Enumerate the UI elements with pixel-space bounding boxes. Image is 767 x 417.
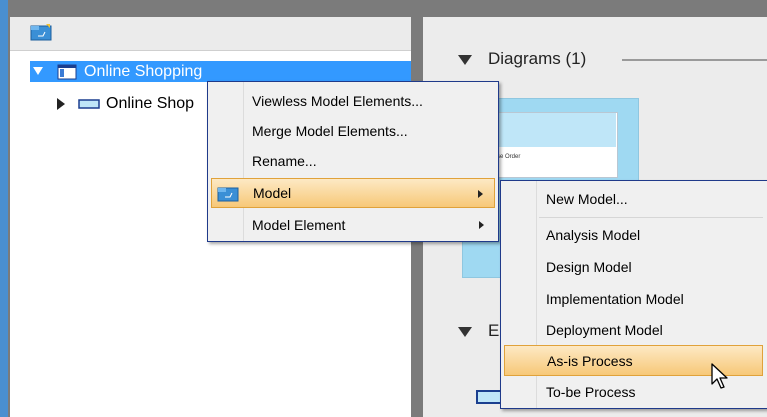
menu-item-label: As-is Process	[547, 353, 633, 369]
menu-item-label: Merge Model Elements...	[252, 123, 408, 139]
menu-item-label: Model Element	[252, 217, 346, 233]
submenu-item-deployment-model[interactable]: Deployment Model	[501, 314, 767, 346]
tree-item-online-shopping[interactable]: Online Shopping	[84, 61, 202, 82]
menu-item-label: Viewless Model Elements...	[252, 93, 423, 109]
menu-item-viewless-model-elements[interactable]: Viewless Model Elements...	[208, 86, 498, 116]
submenu-item-new-model[interactable]: New Model...	[501, 184, 767, 214]
menu-item-label: Analysis Model	[546, 227, 641, 243]
menu-item-model-element[interactable]: Model Element	[208, 210, 498, 240]
submenu-item-design-model[interactable]: Design Model	[501, 251, 767, 283]
menu-item-model[interactable]: Model	[211, 178, 495, 208]
expand-triangle-icon[interactable]	[57, 98, 66, 110]
submenu-item-analysis-model[interactable]: Analysis Model	[501, 219, 767, 251]
menu-item-merge-model-elements[interactable]: Merge Model Elements...	[208, 116, 498, 146]
second-section-title: E	[488, 321, 500, 340]
model-icon	[78, 99, 100, 109]
menu-separator	[539, 217, 763, 218]
section-divider	[622, 59, 767, 61]
menu-item-label: To-be Process	[546, 384, 636, 400]
menu-item-label: Implementation Model	[546, 291, 684, 307]
submenu-arrow-icon	[478, 190, 483, 198]
left-edge-strip	[0, 0, 8, 417]
context-menu: Viewless Model Elements... Merge Model E…	[207, 81, 499, 242]
submenu-item-implementation-model[interactable]: Implementation Model	[501, 283, 767, 315]
tree-toolbar	[10, 17, 411, 51]
tree-item-online-shop[interactable]: Online Shop	[106, 93, 194, 114]
section-collapse-icon-2[interactable]	[458, 327, 472, 337]
new-model-icon[interactable]	[30, 23, 54, 41]
diagrams-section-title: Diagrams (1)	[488, 49, 587, 68]
collapse-triangle-icon[interactable]	[33, 67, 43, 76]
mouse-pointer-icon	[711, 363, 728, 389]
menu-item-label: Design Model	[546, 259, 632, 275]
menu-item-rename[interactable]: Rename...	[208, 146, 498, 176]
submenu-arrow-icon	[479, 221, 484, 229]
model-folder-icon	[217, 187, 239, 202]
menu-item-label: Model	[253, 185, 292, 201]
menu-item-label: New Model...	[546, 191, 628, 207]
menu-item-label: Deployment Model	[546, 322, 663, 338]
menu-item-label: Rename...	[252, 153, 317, 169]
diagram-icon	[57, 64, 77, 80]
section-collapse-icon[interactable]	[458, 55, 472, 65]
